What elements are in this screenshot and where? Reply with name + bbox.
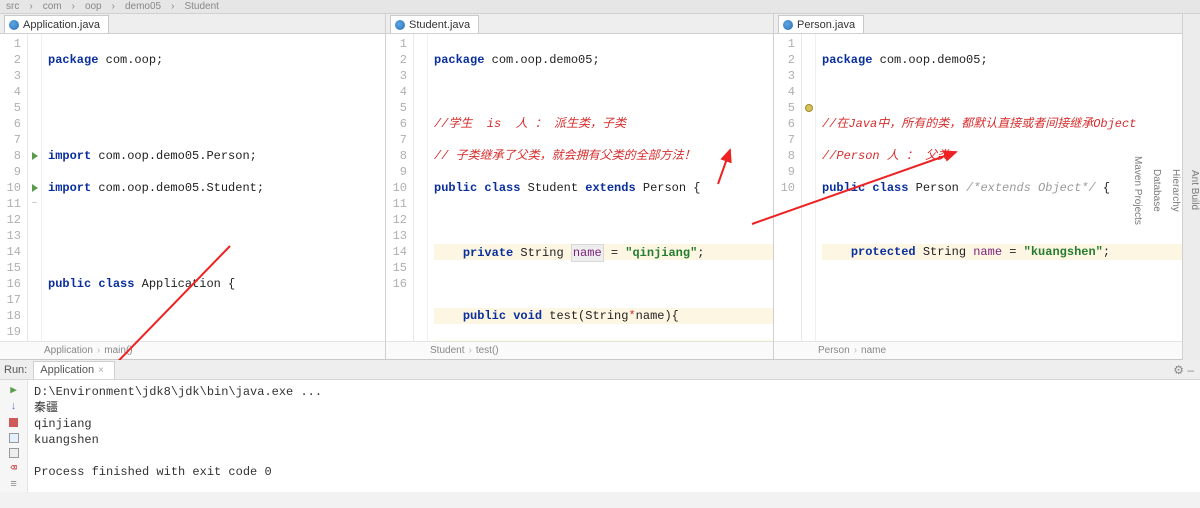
crumb-e[interactable]: Student (184, 1, 218, 12)
rail-ant-build[interactable]: Ant Build (1189, 170, 1200, 210)
run-gutter: ▶ ↓ ⌫ ≡ (0, 380, 28, 492)
run-toolwindow: ▶ ↓ ⌫ ≡ D:\Environment\jdk8\jdk\bin\java… (0, 380, 1200, 492)
crumb-b[interactable]: com (43, 1, 62, 12)
rail-maven[interactable]: Maven Projects (1132, 156, 1143, 225)
editor-crumb-app: Application› main() (0, 341, 385, 359)
run-gutter-icon[interactable] (32, 184, 38, 192)
editor-crumb-per: Person› name (774, 341, 1200, 359)
java-class-icon (783, 20, 793, 30)
run-console[interactable]: D:\Environment\jdk8\jdk\bin\java.exe ...… (28, 380, 1200, 492)
crumb-item[interactable]: test() (476, 345, 499, 356)
crumb-item[interactable]: Person (818, 345, 850, 356)
run-down-icon[interactable]: ↓ (7, 400, 21, 414)
tab-label: Student.java (409, 19, 470, 31)
run-play-icon[interactable]: ▶ (7, 384, 21, 398)
tab-label: Application.java (23, 19, 100, 31)
crumb-d[interactable]: demo05 (125, 1, 161, 12)
tab-person[interactable]: Person.java (778, 15, 864, 33)
code-stu[interactable]: package com.oop.demo05; //学生 is 人 ： 派生类，… (428, 34, 773, 341)
run-tab-application[interactable]: Application × (33, 361, 115, 379)
code-app[interactable]: package com.oop; import com.oop.demo05.P… (42, 34, 385, 341)
right-tool-rail: Ant Build Hierarchy Database Maven Proje… (1182, 14, 1200, 360)
marker-col-per (802, 34, 816, 341)
crumb-item[interactable]: Application (44, 345, 93, 356)
java-class-icon (395, 20, 405, 30)
fold-icon[interactable]: – (31, 196, 37, 212)
console-line: Process finished with exit code 0 (34, 464, 1194, 480)
console-line: 秦疆 (34, 400, 1194, 416)
run-delete-icon[interactable]: ⌫ (7, 462, 21, 476)
tabbar-app: Application.java (0, 14, 385, 34)
tabbar-stu: Student.java (386, 14, 773, 34)
breadcrumb-bar: src› com› oop› demo05› Student (0, 0, 1200, 14)
close-icon[interactable]: × (98, 365, 104, 376)
gear-icon[interactable]: ⚙ – (1173, 363, 1194, 377)
gutter-per: 12345678910 (774, 34, 802, 341)
run-print-icon[interactable] (7, 447, 21, 460)
run-tab-label: Application (40, 364, 94, 376)
run-header: Run: Application × ⚙ – (0, 360, 1200, 380)
crumb-c[interactable]: oop (85, 1, 102, 12)
crumb-item[interactable]: main() (104, 345, 132, 356)
run-stop-icon[interactable] (7, 416, 21, 429)
run-gutter-icon[interactable] (32, 152, 38, 160)
java-class-icon (9, 20, 19, 30)
run-more-icon[interactable]: ≡ (7, 478, 21, 492)
tab-student[interactable]: Student.java (390, 15, 479, 33)
editor-student: Student.java 12345678910111213141516 pac… (386, 14, 774, 359)
crumb-item[interactable]: Student (430, 345, 464, 356)
tabbar-per: Person.java (774, 14, 1200, 34)
tab-application[interactable]: Application.java (4, 15, 109, 33)
run-box-icon[interactable] (7, 431, 21, 444)
console-line: qinjiang (34, 416, 1194, 432)
console-line: D:\Environment\jdk8\jdk\bin\java.exe ... (34, 384, 1194, 400)
editor-crumb-stu: Student› test() (386, 341, 773, 359)
rail-hierarchy[interactable]: Hierarchy (1170, 169, 1181, 212)
editor-application: Application.java 12345678910111213141516… (0, 14, 386, 359)
marker-col-stu (414, 34, 428, 341)
override-icon[interactable] (805, 104, 813, 112)
console-line: kuangshen (34, 432, 1194, 448)
console-line (34, 448, 1194, 464)
rail-database[interactable]: Database (1151, 169, 1162, 212)
tab-label: Person.java (797, 19, 855, 31)
run-label: Run: (4, 364, 27, 376)
gutter-app: 1234567891011121314151617181920 (0, 34, 28, 341)
crumb-a[interactable]: src (6, 1, 19, 12)
gutter-stu: 12345678910111213141516 (386, 34, 414, 341)
marker-col-app: – (28, 34, 42, 341)
crumb-item[interactable]: name (861, 345, 886, 356)
